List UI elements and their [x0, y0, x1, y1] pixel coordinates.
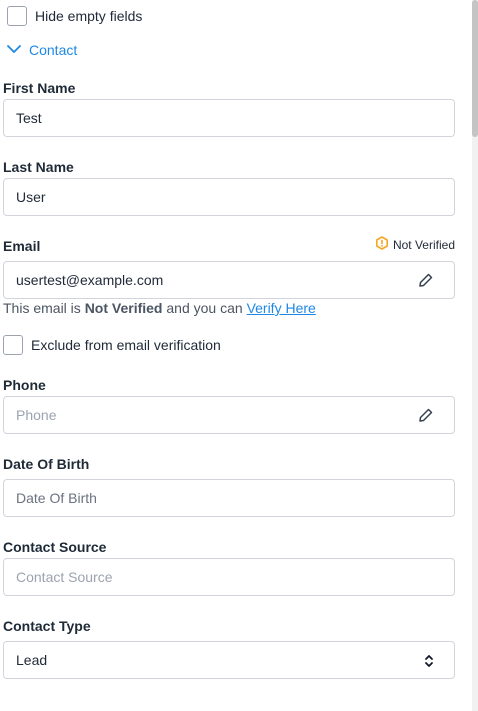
select-arrows-icon [424, 654, 434, 671]
last-name-label: Last Name [3, 159, 74, 175]
help-prefix: This email is [3, 300, 81, 316]
dob-input[interactable]: Date Of Birth [3, 479, 455, 517]
phone-label: Phone [3, 377, 46, 393]
contact-section-toggle[interactable]: Contact [7, 41, 77, 59]
scrollbar-track[interactable] [472, 0, 478, 711]
email-input[interactable]: usertest@example.com [3, 261, 455, 299]
warning-icon [375, 236, 389, 253]
email-help-text: This email is Not Verified and you can V… [3, 300, 316, 316]
exclude-verification-label: Exclude from email verification [31, 337, 221, 353]
first-name-label: First Name [3, 80, 76, 96]
hide-empty-fields-label: Hide empty fields [35, 8, 143, 24]
email-status-text: Not Verified [392, 237, 455, 252]
verify-here-link[interactable]: Verify Here [247, 300, 316, 316]
help-status: Not Verified [84, 300, 163, 316]
phone-input[interactable]: Phone [3, 396, 455, 434]
last-name-input[interactable]: User [3, 178, 455, 216]
chevron-down-icon [7, 41, 21, 59]
contact-source-label: Contact Source [3, 539, 107, 555]
exclude-verification-row[interactable]: Exclude from email verification [3, 335, 221, 355]
contact-source-placeholder: Contact Source [16, 569, 113, 585]
scrollbar-thumb[interactable] [472, 0, 478, 137]
phone-placeholder: Phone [16, 407, 57, 423]
first-name-input[interactable]: Test [3, 99, 455, 137]
email-value: usertest@example.com [16, 272, 164, 288]
contact-type-label: Contact Type [3, 618, 91, 634]
dob-placeholder: Date Of Birth [16, 490, 97, 506]
exclude-verification-checkbox[interactable] [3, 335, 23, 355]
hide-empty-fields-row[interactable]: Hide empty fields [7, 6, 142, 26]
section-label: Contact [29, 42, 78, 58]
contact-source-input[interactable]: Contact Source [3, 558, 455, 596]
pencil-icon[interactable] [418, 407, 434, 426]
contact-type-select[interactable]: Lead [3, 641, 455, 679]
contact-type-value: Lead [16, 652, 48, 668]
email-status-badge: Not Verified [375, 236, 455, 253]
last-name-value: User [16, 189, 46, 205]
hide-empty-fields-checkbox[interactable] [7, 6, 27, 26]
first-name-value: Test [16, 110, 42, 126]
help-middle: and you can [166, 300, 243, 316]
email-label: Email [3, 238, 41, 254]
pencil-icon[interactable] [418, 272, 434, 291]
dob-label: Date Of Birth [3, 456, 90, 472]
